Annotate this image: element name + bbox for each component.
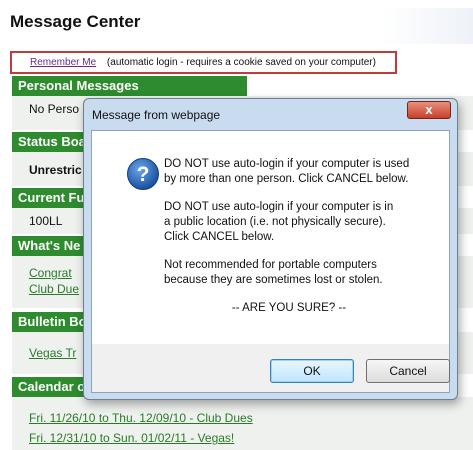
whats-new-link[interactable]: Club Due (29, 282, 79, 296)
section-header-personal-messages: Personal Messages (12, 76, 247, 96)
close-button[interactable]: x (407, 101, 451, 119)
svg-text:?: ? (137, 163, 150, 186)
remember-me-box: Remember Me (automatic login - requires … (10, 51, 397, 74)
question-icon: ? (127, 158, 159, 190)
dialog-paragraph: Not recommended for portable computers b… (164, 259, 383, 286)
dialog-message: DO NOT use auto-login if your computer i… (164, 157, 434, 329)
dialog-paragraph: -- ARE YOU SURE? -- (231, 302, 347, 314)
ok-button[interactable]: OK (270, 359, 354, 383)
bulletin-board-link[interactable]: Vegas Tr (29, 346, 76, 360)
header-decoration (380, 8, 473, 44)
section-header-calendar: Calendar o (12, 377, 86, 397)
section-header-status-board: Status Boa (12, 132, 86, 152)
dialog-paragraph: DO NOT use auto-login if your computer i… (164, 158, 410, 185)
confirm-dialog: Message from webpage x ? DO NOT use auto… (83, 98, 458, 400)
personal-messages-text: No Perso (29, 102, 80, 116)
current-fuel-text: 100LL (29, 214, 63, 228)
cancel-button[interactable]: Cancel (366, 359, 450, 383)
remember-me-note: (automatic login - requires a cookie sav… (106, 57, 376, 68)
dialog-client-area: ? DO NOT use auto-login if your computer… (91, 130, 450, 393)
whats-new-link[interactable]: Congrat (29, 266, 72, 280)
calendar-event-link[interactable]: Fri. 12/31/10 to Sun. 01/02/11 - Vegas! (29, 431, 234, 445)
section-header-whats-new: What's Ne (12, 236, 86, 256)
dialog-message-area: ? DO NOT use auto-login if your computer… (92, 131, 449, 344)
section-header-bulletin-board: Bulletin Bo (12, 312, 86, 332)
dialog-titlebar[interactable]: Message from webpage x (84, 99, 457, 129)
status-board-text: Unrestric (29, 163, 82, 177)
page-title: Message Center (10, 12, 141, 31)
calendar-event-link[interactable]: Fri. 11/26/10 to Thu. 12/09/10 - Club Du… (29, 411, 253, 425)
section-header-current-fuel: Current Fu (12, 188, 86, 208)
dialog-paragraph: DO NOT use auto-login if your computer i… (164, 201, 394, 243)
dialog-title: Message from webpage (92, 108, 221, 122)
remember-me-link[interactable]: Remember Me (30, 57, 96, 68)
